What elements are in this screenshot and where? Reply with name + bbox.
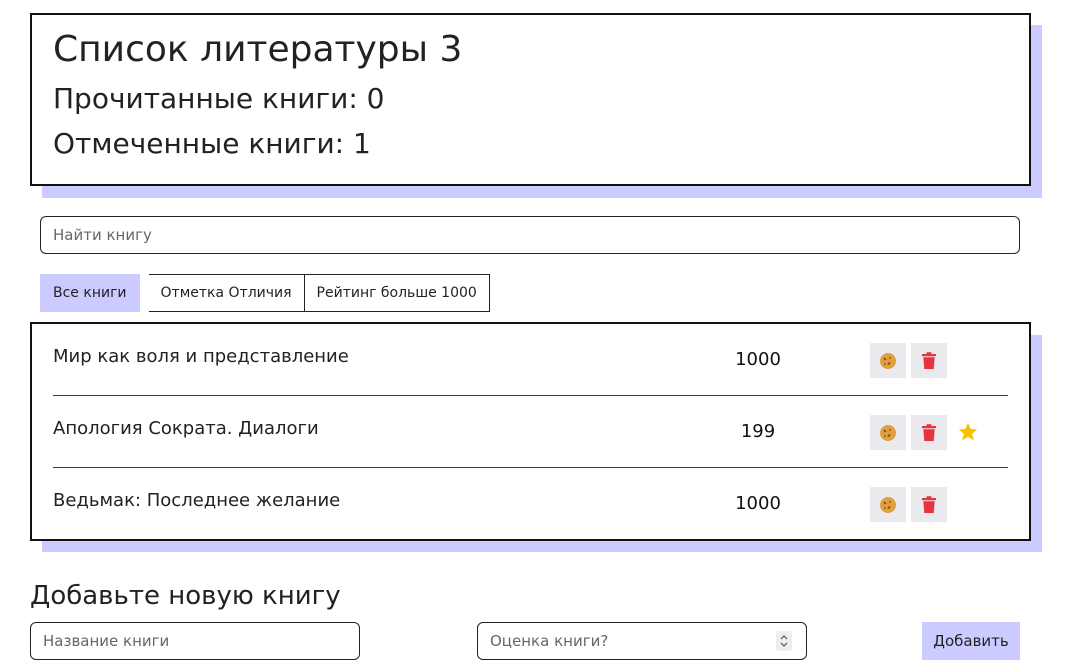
stepper-arrows-icon xyxy=(780,635,788,647)
book-name[interactable]: Мир как воля и представление xyxy=(53,346,349,367)
search-input[interactable] xyxy=(40,216,1020,254)
trash-icon xyxy=(922,351,936,369)
list-item: Апология Сократа. Диалоги 199 xyxy=(53,396,1008,468)
star-icon xyxy=(958,422,978,441)
mark-button[interactable] xyxy=(870,487,906,522)
book-list: Мир как воля и представление 1000 Аполог… xyxy=(30,322,1031,541)
mark-button[interactable] xyxy=(870,415,906,450)
read-books-count: Прочитанные книги: 0 xyxy=(53,82,385,115)
trash-icon xyxy=(922,495,936,513)
book-name[interactable]: Апология Сократа. Диалоги xyxy=(53,418,319,439)
header-panel: Список литературы 3 Прочитанные книги: 0… xyxy=(30,13,1031,186)
cookie-icon xyxy=(880,352,896,369)
cookie-icon xyxy=(880,424,896,441)
page-title: Список литературы 3 xyxy=(53,29,463,70)
delete-button[interactable] xyxy=(911,343,947,378)
mark-button[interactable] xyxy=(870,343,906,378)
filter-group: Все книги Отметка Отличия Рейтинг больше… xyxy=(40,274,490,312)
book-rating: 199 xyxy=(740,421,776,442)
book-rating: 1000 xyxy=(735,493,781,514)
cookie-icon xyxy=(880,496,896,513)
delete-button[interactable] xyxy=(911,487,947,522)
book-name[interactable]: Ведьмак: Последнее желание xyxy=(53,490,340,511)
book-name-input[interactable] xyxy=(30,622,360,660)
list-item: Ведьмак: Последнее желание 1000 xyxy=(53,468,1008,540)
delete-button[interactable] xyxy=(911,415,947,450)
book-rating-input[interactable] xyxy=(477,622,807,660)
marked-books-count: Отмеченные книги: 1 xyxy=(53,127,371,160)
filter-all-books[interactable]: Все книги xyxy=(40,274,140,312)
filter-rating-over-1000[interactable]: Рейтинг больше 1000 xyxy=(304,274,490,312)
add-book-button[interactable]: Добавить xyxy=(922,622,1020,660)
list-item: Мир как воля и представление 1000 xyxy=(53,324,1008,396)
add-book-title: Добавьте новую книгу xyxy=(30,581,341,611)
trash-icon xyxy=(922,423,936,441)
rating-stepper[interactable] xyxy=(776,631,792,651)
book-rating: 1000 xyxy=(735,349,781,370)
filter-distinction[interactable]: Отметка Отличия xyxy=(148,274,305,312)
